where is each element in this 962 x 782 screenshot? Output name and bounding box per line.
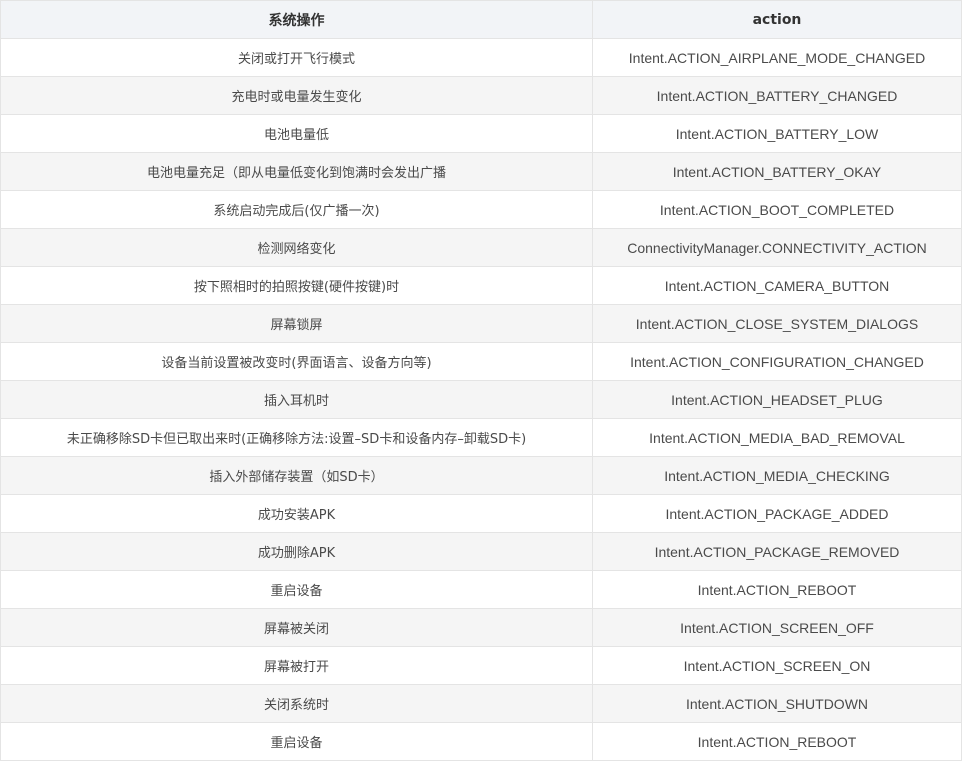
system-operation-cell: 关闭系统时	[0, 684, 593, 723]
table-row: 关闭或打开飞行模式 Intent.ACTION_AIRPLANE_MODE_CHA…	[0, 38, 962, 77]
system-operation-cell: 系统启动完成后(仅广播一次)	[0, 190, 593, 229]
action-cell: Intent.ACTION_REBOOT	[592, 570, 962, 609]
action-cell: ConnectivityManager.CONNECTIVITY_ACTION	[592, 228, 962, 267]
action-cell: Intent.ACTION_SHUTDOWN	[592, 684, 962, 723]
system-operation-cell: 关闭或打开飞行模式	[0, 38, 593, 77]
table-row: 重启设备 Intent.ACTION_REBOOT	[0, 570, 962, 609]
table-row: 按下照相时的拍照按键(硬件按键)时 Intent.ACTION_CAMERA_BU…	[0, 266, 962, 305]
system-operation-cell: 重启设备	[0, 570, 593, 609]
table-row: 关闭系统时 Intent.ACTION_SHUTDOWN	[0, 684, 962, 723]
action-cell: Intent.ACTION_PACKAGE_REMOVED	[592, 532, 962, 571]
table-row: 屏幕被打开 Intent.ACTION_SCREEN_ON	[0, 646, 962, 685]
table-row: 充电时或电量发生变化 Intent.ACTION_BATTERY_CHANGED	[0, 76, 962, 115]
column-header-system-operation: 系统操作	[0, 0, 593, 39]
table-row: 成功删除APK Intent.ACTION_PACKAGE_REMOVED	[0, 532, 962, 571]
action-cell: Intent.ACTION_SCREEN_ON	[592, 646, 962, 685]
system-operation-cell: 未正确移除SD卡但已取出来时(正确移除方法:设置–SD卡和设备内存–卸载SD卡)	[0, 418, 593, 457]
action-cell: Intent.ACTION_MEDIA_CHECKING	[592, 456, 962, 495]
system-operation-cell: 设备当前设置被改变时(界面语言、设备方向等)	[0, 342, 593, 381]
table-row: 未正确移除SD卡但已取出来时(正确移除方法:设置–SD卡和设备内存–卸载SD卡)…	[0, 418, 962, 457]
action-cell: Intent.ACTION_CONFIGURATION_CHANGED	[592, 342, 962, 381]
system-operation-cell: 重启设备	[0, 722, 593, 761]
action-cell: Intent.ACTION_BATTERY_OKAY	[592, 152, 962, 191]
table-row: 电池电量低 Intent.ACTION_BATTERY_LOW	[0, 114, 962, 153]
system-operation-cell: 成功删除APK	[0, 532, 593, 571]
system-operation-cell: 成功安装APK	[0, 494, 593, 533]
action-cell: Intent.ACTION_CLOSE_SYSTEM_DIALOGS	[592, 304, 962, 343]
table-row: 检测网络变化 ConnectivityManager.CONNECTIVITY_A…	[0, 228, 962, 267]
system-operation-cell: 插入耳机时	[0, 380, 593, 419]
table-row: 成功安装APK Intent.ACTION_PACKAGE_ADDED	[0, 494, 962, 533]
action-cell: Intent.ACTION_MEDIA_BAD_REMOVAL	[592, 418, 962, 457]
action-cell: Intent.ACTION_AIRPLANE_MODE_CHANGED	[592, 38, 962, 77]
table-row: 插入耳机时 Intent.ACTION_HEADSET_PLUG	[0, 380, 962, 419]
table-row: 重启设备 Intent.ACTION_REBOOT	[0, 722, 962, 761]
table-row: 插入外部储存装置（如SD卡） Intent.ACTION_MEDIA_CHECKI…	[0, 456, 962, 495]
header-row: 系统操作 action	[0, 0, 962, 39]
table-row: 屏幕锁屏 Intent.ACTION_CLOSE_SYSTEM_DIALOGS	[0, 304, 962, 343]
system-operation-cell: 插入外部储存装置（如SD卡）	[0, 456, 593, 495]
system-operation-cell: 电池电量低	[0, 114, 593, 153]
column-header-action: action	[592, 0, 962, 39]
system-operation-cell: 屏幕被打开	[0, 646, 593, 685]
action-cell: Intent.ACTION_CAMERA_BUTTON	[592, 266, 962, 305]
table-row: 设备当前设置被改变时(界面语言、设备方向等) Intent.ACTION_CONF…	[0, 342, 962, 381]
system-operation-cell: 屏幕锁屏	[0, 304, 593, 343]
action-cell: Intent.ACTION_REBOOT	[592, 722, 962, 761]
action-cell: Intent.ACTION_BOOT_COMPLETED	[592, 190, 962, 229]
action-cell: Intent.ACTION_HEADSET_PLUG	[592, 380, 962, 419]
action-cell: Intent.ACTION_SCREEN_OFF	[592, 608, 962, 647]
table-row: 系统启动完成后(仅广播一次) Intent.ACTION_BOOT_COMPLET…	[0, 190, 962, 229]
action-cell: Intent.ACTION_PACKAGE_ADDED	[592, 494, 962, 533]
table-header: 系统操作 action	[0, 0, 962, 39]
system-operation-cell: 屏幕被关闭	[0, 608, 593, 647]
system-operation-cell: 按下照相时的拍照按键(硬件按键)时	[0, 266, 593, 305]
system-operation-cell: 电池电量充足（即从电量低变化到饱满时会发出广播	[0, 152, 593, 191]
table-row: 电池电量充足（即从电量低变化到饱满时会发出广播 Intent.ACTION_BAT…	[0, 152, 962, 191]
system-operation-cell: 检测网络变化	[0, 228, 593, 267]
action-cell: Intent.ACTION_BATTERY_CHANGED	[592, 76, 962, 115]
broadcast-action-table: 系统操作 action 关闭或打开飞行模式 Intent.ACTION_AIRPL…	[0, 0, 962, 761]
table-body: 关闭或打开飞行模式 Intent.ACTION_AIRPLANE_MODE_CHA…	[0, 38, 962, 761]
action-cell: Intent.ACTION_BATTERY_LOW	[592, 114, 962, 153]
table-row: 屏幕被关闭 Intent.ACTION_SCREEN_OFF	[0, 608, 962, 647]
system-operation-cell: 充电时或电量发生变化	[0, 76, 593, 115]
